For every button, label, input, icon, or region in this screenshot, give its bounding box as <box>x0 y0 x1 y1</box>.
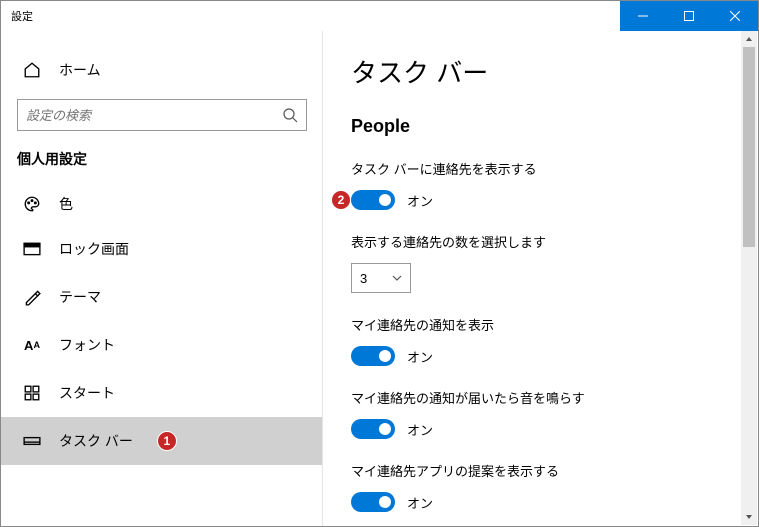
toggle-state: オン <box>407 493 433 512</box>
theme-icon <box>23 288 41 306</box>
sidebar-item-font[interactable]: AA フォント <box>1 321 323 369</box>
sidebar-home[interactable]: ホーム <box>1 49 323 91</box>
scroll-down-icon[interactable] <box>741 509 757 525</box>
window-controls <box>620 1 758 31</box>
maximize-icon <box>684 11 694 21</box>
sidebar-item-label: ロック画面 <box>59 239 129 259</box>
palette-icon <box>23 195 41 213</box>
font-icon: AA <box>23 336 41 354</box>
sidebar-item-label: フォント <box>59 335 115 355</box>
search-input[interactable] <box>26 108 282 123</box>
taskbar-icon <box>23 432 41 450</box>
window-title: 設定 <box>1 8 33 24</box>
toggle-state: オン <box>407 191 433 210</box>
sidebar-label: ホーム <box>59 60 101 80</box>
close-button[interactable] <box>712 1 758 31</box>
home-icon <box>23 61 41 79</box>
sidebar-item-label: テーマ <box>59 287 101 307</box>
search-icon <box>282 107 298 123</box>
sidebar-item-start[interactable]: スタート <box>1 369 323 417</box>
start-icon <box>23 384 41 402</box>
sidebar-item-color[interactable]: 色 <box>1 183 323 225</box>
minimize-icon <box>638 11 648 21</box>
lockscreen-icon <box>23 240 41 258</box>
sidebar-item-lockscreen[interactable]: ロック画面 <box>1 225 323 273</box>
setting-label: マイ連絡先の通知を表示 <box>351 315 730 334</box>
content-area: タスク バー People タスク バーに連絡先を表示する 2 オン 表示する連… <box>323 31 758 526</box>
toggle-show-notifications[interactable] <box>351 346 395 366</box>
section-title: People <box>351 116 730 137</box>
toggle-notification-sound[interactable] <box>351 419 395 439</box>
sidebar-item-taskbar[interactable]: タスク バー 1 <box>1 417 323 465</box>
select-value: 3 <box>360 271 367 286</box>
toggle-app-suggestions[interactable] <box>351 492 395 512</box>
annotation-2: 2 <box>331 190 351 210</box>
sidebar-item-label: タスク バー <box>59 431 133 451</box>
sidebar-item-theme[interactable]: テーマ <box>1 273 323 321</box>
setting-notification-sound: マイ連絡先の通知が届いたら音を鳴らす オン <box>351 388 730 439</box>
sidebar: ホーム 個人用設定 色 ロック画面 <box>1 31 323 526</box>
page-title: タスク バー <box>351 53 730 90</box>
title-bar: 設定 <box>1 1 758 31</box>
select-contact-count[interactable]: 3 <box>351 263 411 293</box>
setting-contact-count: 表示する連絡先の数を選択します 3 <box>351 232 730 293</box>
toggle-state: オン <box>407 420 433 439</box>
minimize-button[interactable] <box>620 1 666 31</box>
setting-app-suggestions: マイ連絡先アプリの提案を表示する オン <box>351 461 730 512</box>
annotation-1: 1 <box>157 431 177 451</box>
scroll-up-icon[interactable] <box>741 31 757 47</box>
setting-show-notifications: マイ連絡先の通知を表示 オン <box>351 315 730 366</box>
chevron-down-icon <box>392 273 402 283</box>
setting-label: 表示する連絡先の数を選択します <box>351 232 730 251</box>
setting-show-contacts: タスク バーに連絡先を表示する 2 オン <box>351 159 730 210</box>
maximize-button[interactable] <box>666 1 712 31</box>
setting-label: マイ連絡先アプリの提案を表示する <box>351 461 730 480</box>
sidebar-item-label: 色 <box>59 194 73 214</box>
scrollbar-thumb[interactable] <box>743 47 755 247</box>
toggle-state: オン <box>407 347 433 366</box>
toggle-show-contacts[interactable] <box>351 190 395 210</box>
sidebar-item-label: スタート <box>59 383 115 403</box>
setting-label: タスク バーに連絡先を表示する <box>351 159 730 178</box>
scrollbar[interactable] <box>741 31 757 525</box>
search-box[interactable] <box>17 99 307 131</box>
setting-label: マイ連絡先の通知が届いたら音を鳴らす <box>351 388 730 407</box>
sidebar-section-header: 個人用設定 <box>1 149 323 183</box>
close-icon <box>730 11 740 21</box>
